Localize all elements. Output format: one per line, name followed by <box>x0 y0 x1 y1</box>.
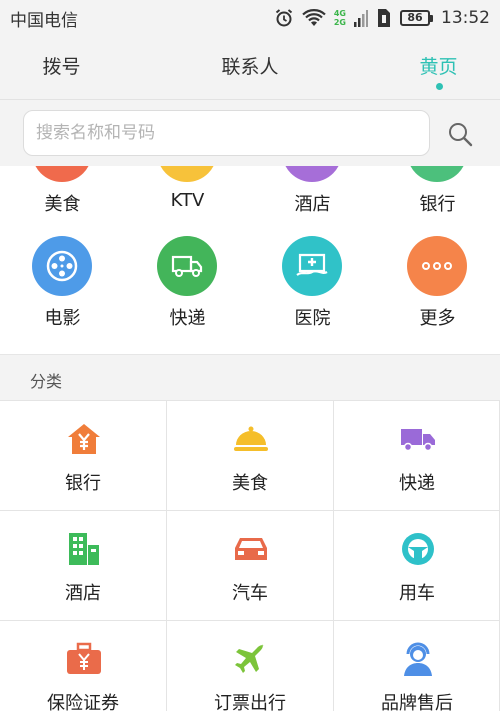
search-button[interactable] <box>443 118 477 152</box>
quick-item-label: 快递 <box>169 308 206 329</box>
category-label: 用车 <box>399 583 435 604</box>
hotel-icon <box>282 166 342 182</box>
wifi-icon <box>302 9 326 27</box>
tab-yellow-pages[interactable]: 黄页 <box>377 36 500 100</box>
bank-house-icon <box>66 421 102 457</box>
category-label: 汽车 <box>232 583 268 604</box>
category-hotel[interactable]: 酒店 <box>0 511 167 621</box>
quick-services-grid: 美食 KTV 酒店 银行 电影 快递 医院 更多 <box>0 166 500 354</box>
category-section-header: 分类 <box>0 354 500 400</box>
status-bar: 中国电信 4G 2G 86 13:52 <box>0 0 500 36</box>
ktv-icon <box>157 166 217 182</box>
hospital-icon <box>282 236 342 296</box>
quick-item-delivery[interactable]: 快递 <box>125 234 250 334</box>
quick-item-hospital[interactable]: 医院 <box>250 234 375 334</box>
carrier-name: 中国电信 <box>10 10 78 31</box>
status-time: 13:52 <box>441 8 490 28</box>
hotel-building-icon <box>66 531 102 567</box>
category-ticket[interactable]: 订票出行 <box>167 621 334 711</box>
food-icon <box>32 166 92 182</box>
airplane-icon <box>233 641 269 677</box>
quick-item-more[interactable]: 更多 <box>375 234 500 334</box>
quick-item-label: 更多 <box>419 308 456 329</box>
battery-icon: 86 <box>400 10 433 26</box>
tab-contacts[interactable]: 联系人 <box>123 36 377 100</box>
status-icons: 4G 2G 86 13:52 <box>274 8 490 28</box>
alarm-icon <box>274 8 294 28</box>
delivery-truck-icon <box>400 421 436 457</box>
car-icon <box>233 531 269 567</box>
search-icon <box>449 122 473 146</box>
quick-item-label: 银行 <box>419 194 456 215</box>
category-label: 品牌售后 <box>381 693 453 711</box>
category-label: 美食 <box>232 473 268 494</box>
quick-item-movie[interactable]: 电影 <box>0 234 125 334</box>
tab-yellow-pages-label: 黄页 <box>419 55 458 78</box>
category-grid: 银行 美食 快递 酒店 汽车 用车 保险证券 订票出行 品牌售后 <box>0 400 500 711</box>
category-after-sales[interactable]: 品牌售后 <box>334 621 500 711</box>
category-label: 保险证券 <box>47 693 119 711</box>
category-label: 快递 <box>399 473 435 494</box>
steering-wheel-icon <box>400 531 436 567</box>
customer-service-icon <box>400 641 436 677</box>
signal-icon <box>354 9 368 27</box>
sim-icon <box>376 8 392 28</box>
category-section-title: 分类 <box>30 372 63 391</box>
quick-item-label: 医院 <box>294 308 331 329</box>
tab-contacts-label: 联系人 <box>221 55 279 78</box>
bank-icon <box>407 166 467 182</box>
tab-bar: 拨号 联系人 黄页 <box>0 36 500 100</box>
quick-item-label: 美食 <box>44 194 81 215</box>
search-row <box>0 100 500 166</box>
delivery-truck-icon <box>157 236 217 296</box>
food-cloche-icon <box>233 421 269 457</box>
category-insurance[interactable]: 保险证券 <box>0 621 167 711</box>
active-tab-indicator <box>435 83 443 90</box>
category-food[interactable]: 美食 <box>167 401 334 511</box>
battery-level: 86 <box>400 10 430 26</box>
search-input[interactable] <box>23 110 430 156</box>
quick-item-food[interactable]: 美食 <box>0 166 125 222</box>
network-type: 4G 2G <box>333 9 346 27</box>
quick-item-label: KTV <box>170 190 205 211</box>
category-label: 酒店 <box>65 583 101 604</box>
quick-item-hotel[interactable]: 酒店 <box>250 166 375 222</box>
quick-item-label: 酒店 <box>294 194 331 215</box>
tab-dialer[interactable]: 拨号 <box>0 36 123 100</box>
category-bank[interactable]: 银行 <box>0 401 167 511</box>
quick-item-label: 电影 <box>44 308 81 329</box>
quick-item-ktv[interactable]: KTV <box>125 166 250 222</box>
category-label: 订票出行 <box>214 693 286 711</box>
quick-item-bank[interactable]: 银行 <box>375 166 500 222</box>
category-delivery[interactable]: 快递 <box>334 401 500 511</box>
film-reel-icon <box>32 236 92 296</box>
tab-dialer-label: 拨号 <box>42 55 81 78</box>
category-ride[interactable]: 用车 <box>334 511 500 621</box>
category-label: 银行 <box>65 473 101 494</box>
category-car[interactable]: 汽车 <box>167 511 334 621</box>
more-dots-icon <box>407 236 467 296</box>
briefcase-yen-icon <box>66 641 102 677</box>
